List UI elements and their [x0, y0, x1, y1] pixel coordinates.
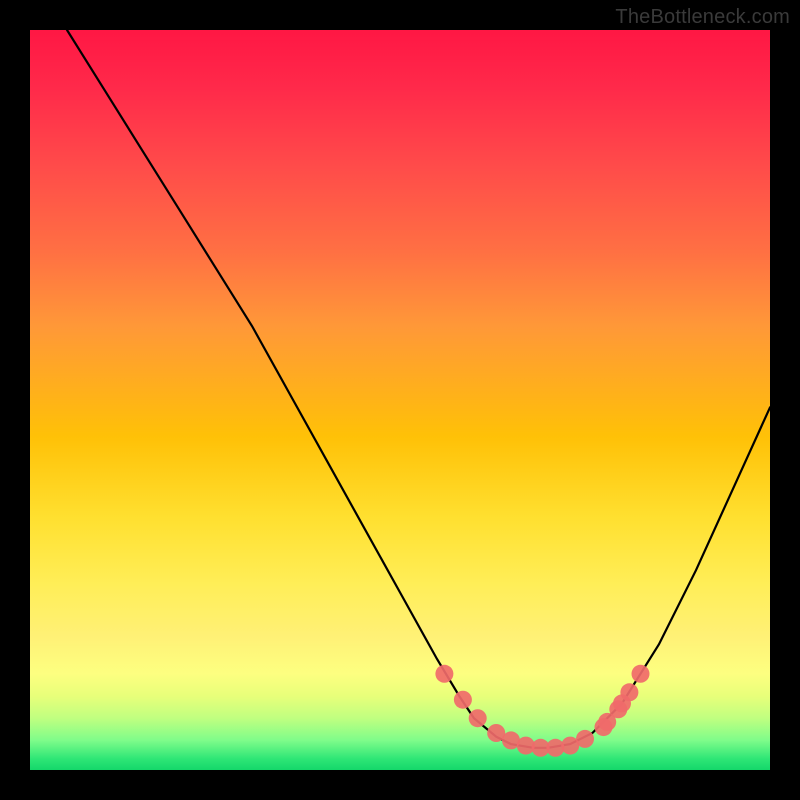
marker-dot	[469, 709, 487, 727]
watermark-text: TheBottleneck.com	[615, 6, 790, 29]
marker-dot	[454, 691, 472, 709]
highlight-markers	[435, 665, 649, 757]
marker-dot	[576, 730, 594, 748]
marker-dot	[435, 665, 453, 683]
marker-dot	[632, 665, 650, 683]
chart-container: TheBottleneck.com	[0, 0, 800, 800]
plot-area	[30, 30, 770, 770]
curve-line	[67, 30, 770, 748]
chart-overlay	[30, 30, 770, 770]
marker-dot	[613, 694, 631, 712]
marker-dot	[598, 713, 616, 731]
